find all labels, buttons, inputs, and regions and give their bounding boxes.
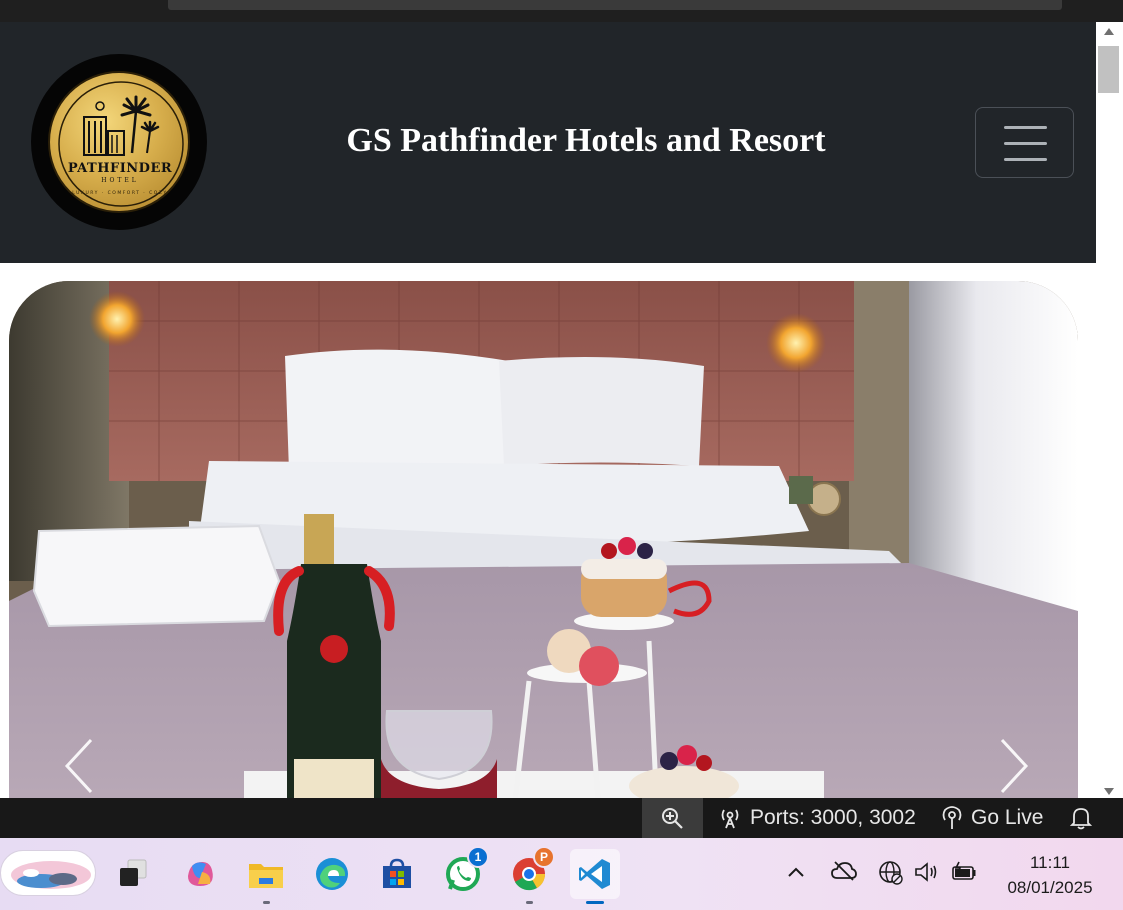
scroll-up-icon[interactable] <box>1104 28 1114 35</box>
zoom-button[interactable] <box>642 798 703 838</box>
copilot-icon <box>188 862 213 886</box>
taskbar-whatsapp[interactable]: 1 <box>438 846 489 899</box>
ports-status[interactable]: Ports: 3000, 3002 <box>718 798 916 838</box>
vertical-scrollbar[interactable] <box>1096 22 1123 798</box>
clock-date: 08/01/2025 <box>1007 878 1093 897</box>
whatsapp-notification-badge: 1 <box>467 846 489 868</box>
taskbar-file-explorer[interactable] <box>241 849 291 904</box>
scroll-down-icon[interactable] <box>1104 788 1114 795</box>
hero-carousel[interactable] <box>9 281 1078 798</box>
running-indicator <box>263 901 270 904</box>
edge-icon <box>316 858 348 890</box>
windows-taskbar: 1 P 11:11 08/01/2025 <box>0 838 1123 910</box>
bell-icon <box>1070 808 1092 830</box>
taskbar-edge[interactable] <box>307 849 357 899</box>
browser-preview: PATHFINDER HOTEL LUXURY · COMFORT · COZY… <box>0 22 1096 798</box>
chevron-up-icon[interactable] <box>787 866 805 878</box>
carousel-prev-icon[interactable] <box>59 736 99 796</box>
site-header: PATHFINDER HOTEL LUXURY · COMFORT · COZY… <box>0 22 1096 263</box>
broadcast-icon <box>721 809 739 829</box>
go-live-icon <box>942 806 962 829</box>
hamburger-icon-line <box>1004 158 1047 161</box>
scroll-thumb[interactable] <box>1098 46 1119 93</box>
weather-icon <box>11 861 91 889</box>
ports-label: Ports: 3000, 3002 <box>750 806 916 829</box>
carousel-next-icon[interactable] <box>994 736 1034 796</box>
editor-tab-bar <box>168 0 1062 10</box>
store-icon <box>383 858 411 888</box>
hotel-logo[interactable]: PATHFINDER HOTEL LUXURY · COMFORT · COZY <box>31 54 207 230</box>
weather-widget[interactable] <box>0 850 96 896</box>
running-indicator <box>526 901 533 904</box>
zoom-in-icon <box>662 808 683 829</box>
hotel-room-image <box>9 281 1078 798</box>
logo-brand-text: PATHFINDER <box>67 161 173 176</box>
hamburger-icon-line <box>1004 126 1047 129</box>
chrome-profile-badge: P <box>533 846 555 868</box>
system-clock[interactable]: 11:11 08/01/2025 <box>995 850 1105 900</box>
logo-sub-text: HOTEL <box>101 177 139 184</box>
active-indicator <box>586 901 604 904</box>
notifications-button[interactable] <box>1070 798 1092 838</box>
folder-icon <box>249 864 283 888</box>
vscode-status-bar: Ports: 3000, 3002 Go Live <box>0 798 1123 838</box>
volume-icon[interactable] <box>914 860 940 884</box>
vscode-icon <box>579 859 610 889</box>
site-title: GS Pathfinder Hotels and Resort <box>346 122 826 159</box>
logo-emblem: PATHFINDER HOTEL LUXURY · COMFORT · COZY <box>48 71 190 213</box>
taskbar-vscode[interactable] <box>570 849 620 904</box>
taskbar-task-view[interactable] <box>108 849 158 899</box>
navbar-toggler-button[interactable] <box>975 107 1074 178</box>
clock-time: 11:11 <box>1029 853 1071 872</box>
logo-tagline: LUXURY · COMFORT · COZY <box>72 191 168 196</box>
task-view-icon <box>120 859 147 886</box>
taskbar-copilot[interactable] <box>175 849 225 899</box>
go-live-label: Go Live <box>971 806 1044 829</box>
taskbar-store[interactable] <box>372 849 422 899</box>
go-live-status[interactable]: Go Live <box>941 798 1043 838</box>
taskbar-chrome[interactable]: P <box>504 846 555 904</box>
editor-top-strip <box>0 0 1123 22</box>
globe-icon[interactable] <box>878 860 904 886</box>
battery-charging-icon[interactable] <box>951 860 977 884</box>
hamburger-icon-line <box>1004 142 1047 145</box>
onedrive-offline-icon[interactable] <box>831 860 857 882</box>
